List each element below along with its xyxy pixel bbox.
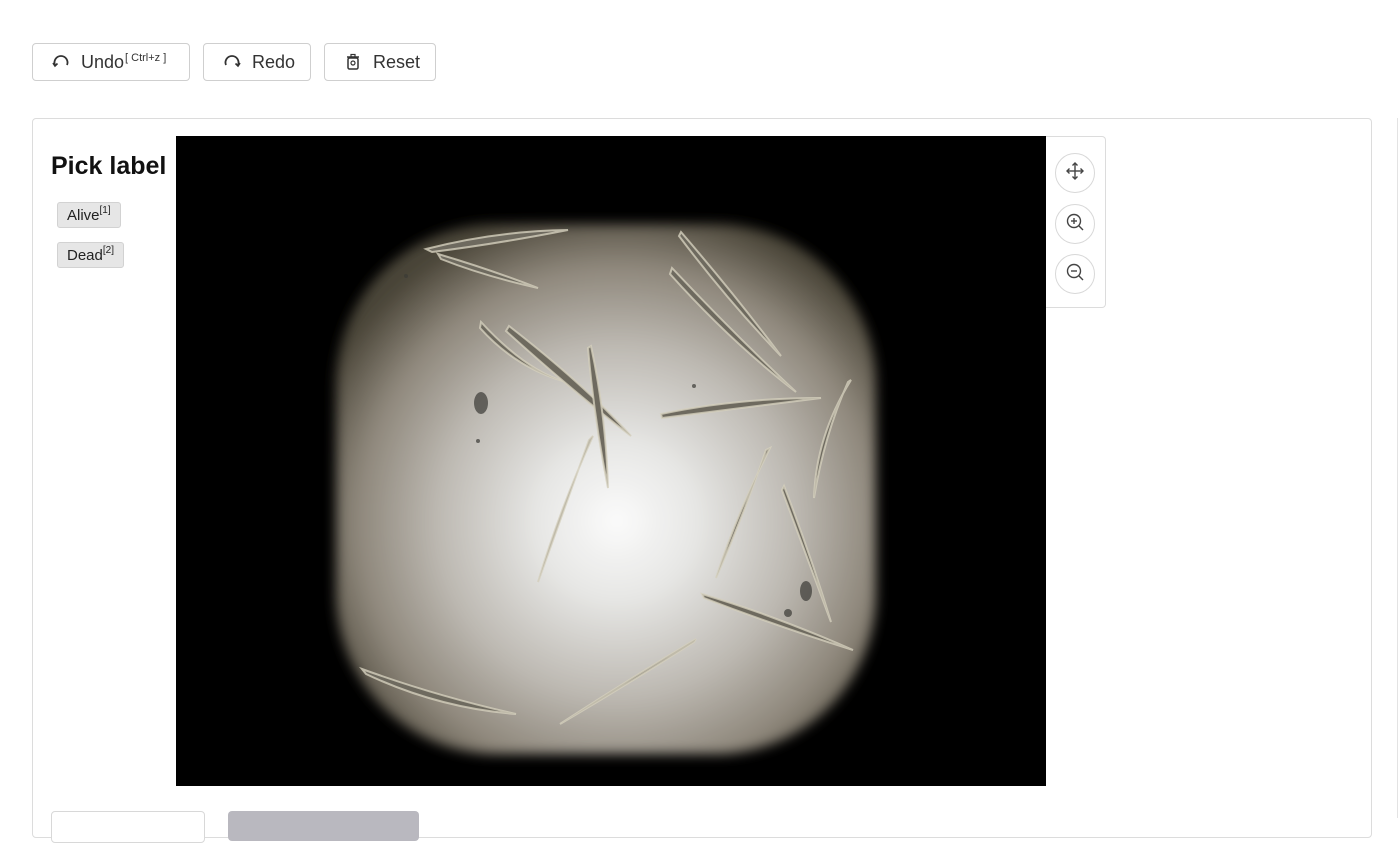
label-dead-shortcut: [2] — [102, 245, 114, 256]
label-dead[interactable]: Dead[2] — [57, 242, 124, 268]
redo-icon — [222, 52, 242, 72]
annotation-canvas[interactable] — [176, 136, 1046, 786]
trash-icon — [343, 52, 363, 72]
reset-button[interactable]: Reset — [324, 43, 436, 81]
label-dead-text: Dead — [67, 247, 103, 264]
zoom-out-button[interactable] — [1055, 254, 1095, 294]
redo-label: Redo — [252, 51, 296, 72]
label-alive[interactable]: Alive[1] — [57, 202, 121, 228]
microscope-image — [176, 136, 1046, 786]
canvas-tools — [1046, 136, 1106, 308]
undo-button[interactable]: Undo [ Ctrl+z ] — [32, 43, 190, 81]
undo-icon — [51, 52, 71, 72]
secondary-action-button[interactable] — [51, 811, 205, 843]
undo-label: Undo — [81, 51, 125, 72]
label-alive-shortcut: [1] — [99, 205, 111, 216]
redo-button[interactable]: Redo — [203, 43, 311, 81]
toolbar: Undo [ Ctrl+z ] Redo Reset — [32, 43, 436, 81]
zoom-in-button[interactable] — [1055, 204, 1095, 244]
undo-shortcut: [ Ctrl+z ] — [125, 52, 167, 64]
zoom-in-icon — [1065, 212, 1085, 237]
primary-action-button[interactable] — [228, 811, 419, 841]
zoom-out-icon — [1065, 262, 1085, 287]
reset-label: Reset — [373, 51, 421, 72]
move-button[interactable] — [1055, 153, 1095, 193]
pick-label-title: Pick label — [51, 152, 167, 180]
well-plate-field — [336, 224, 876, 754]
move-icon — [1065, 161, 1085, 186]
label-alive-text: Alive — [67, 207, 100, 224]
